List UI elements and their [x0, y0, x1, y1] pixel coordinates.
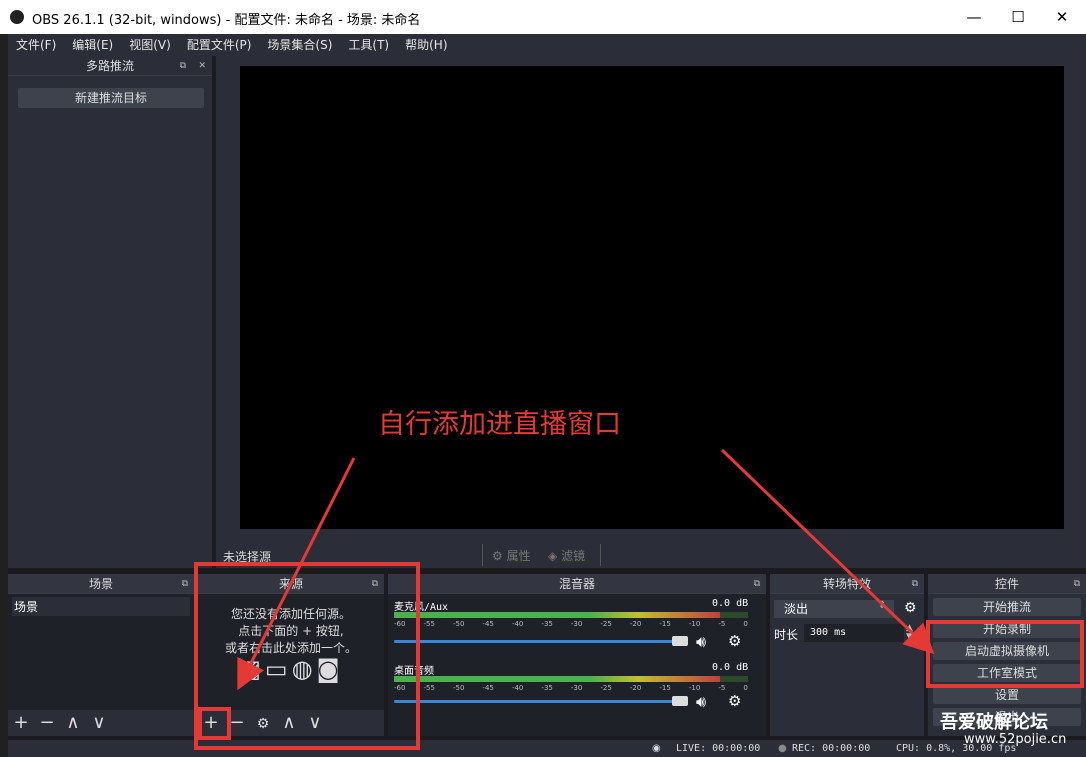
arrow-to-sources	[237, 457, 356, 691]
watermark-title: 吾爱破解论坛	[940, 712, 1048, 733]
arrow-to-controls	[720, 448, 935, 655]
watermark-url: www.52pojie.cn	[964, 732, 1067, 747]
annotation-arrows	[237, 448, 935, 691]
